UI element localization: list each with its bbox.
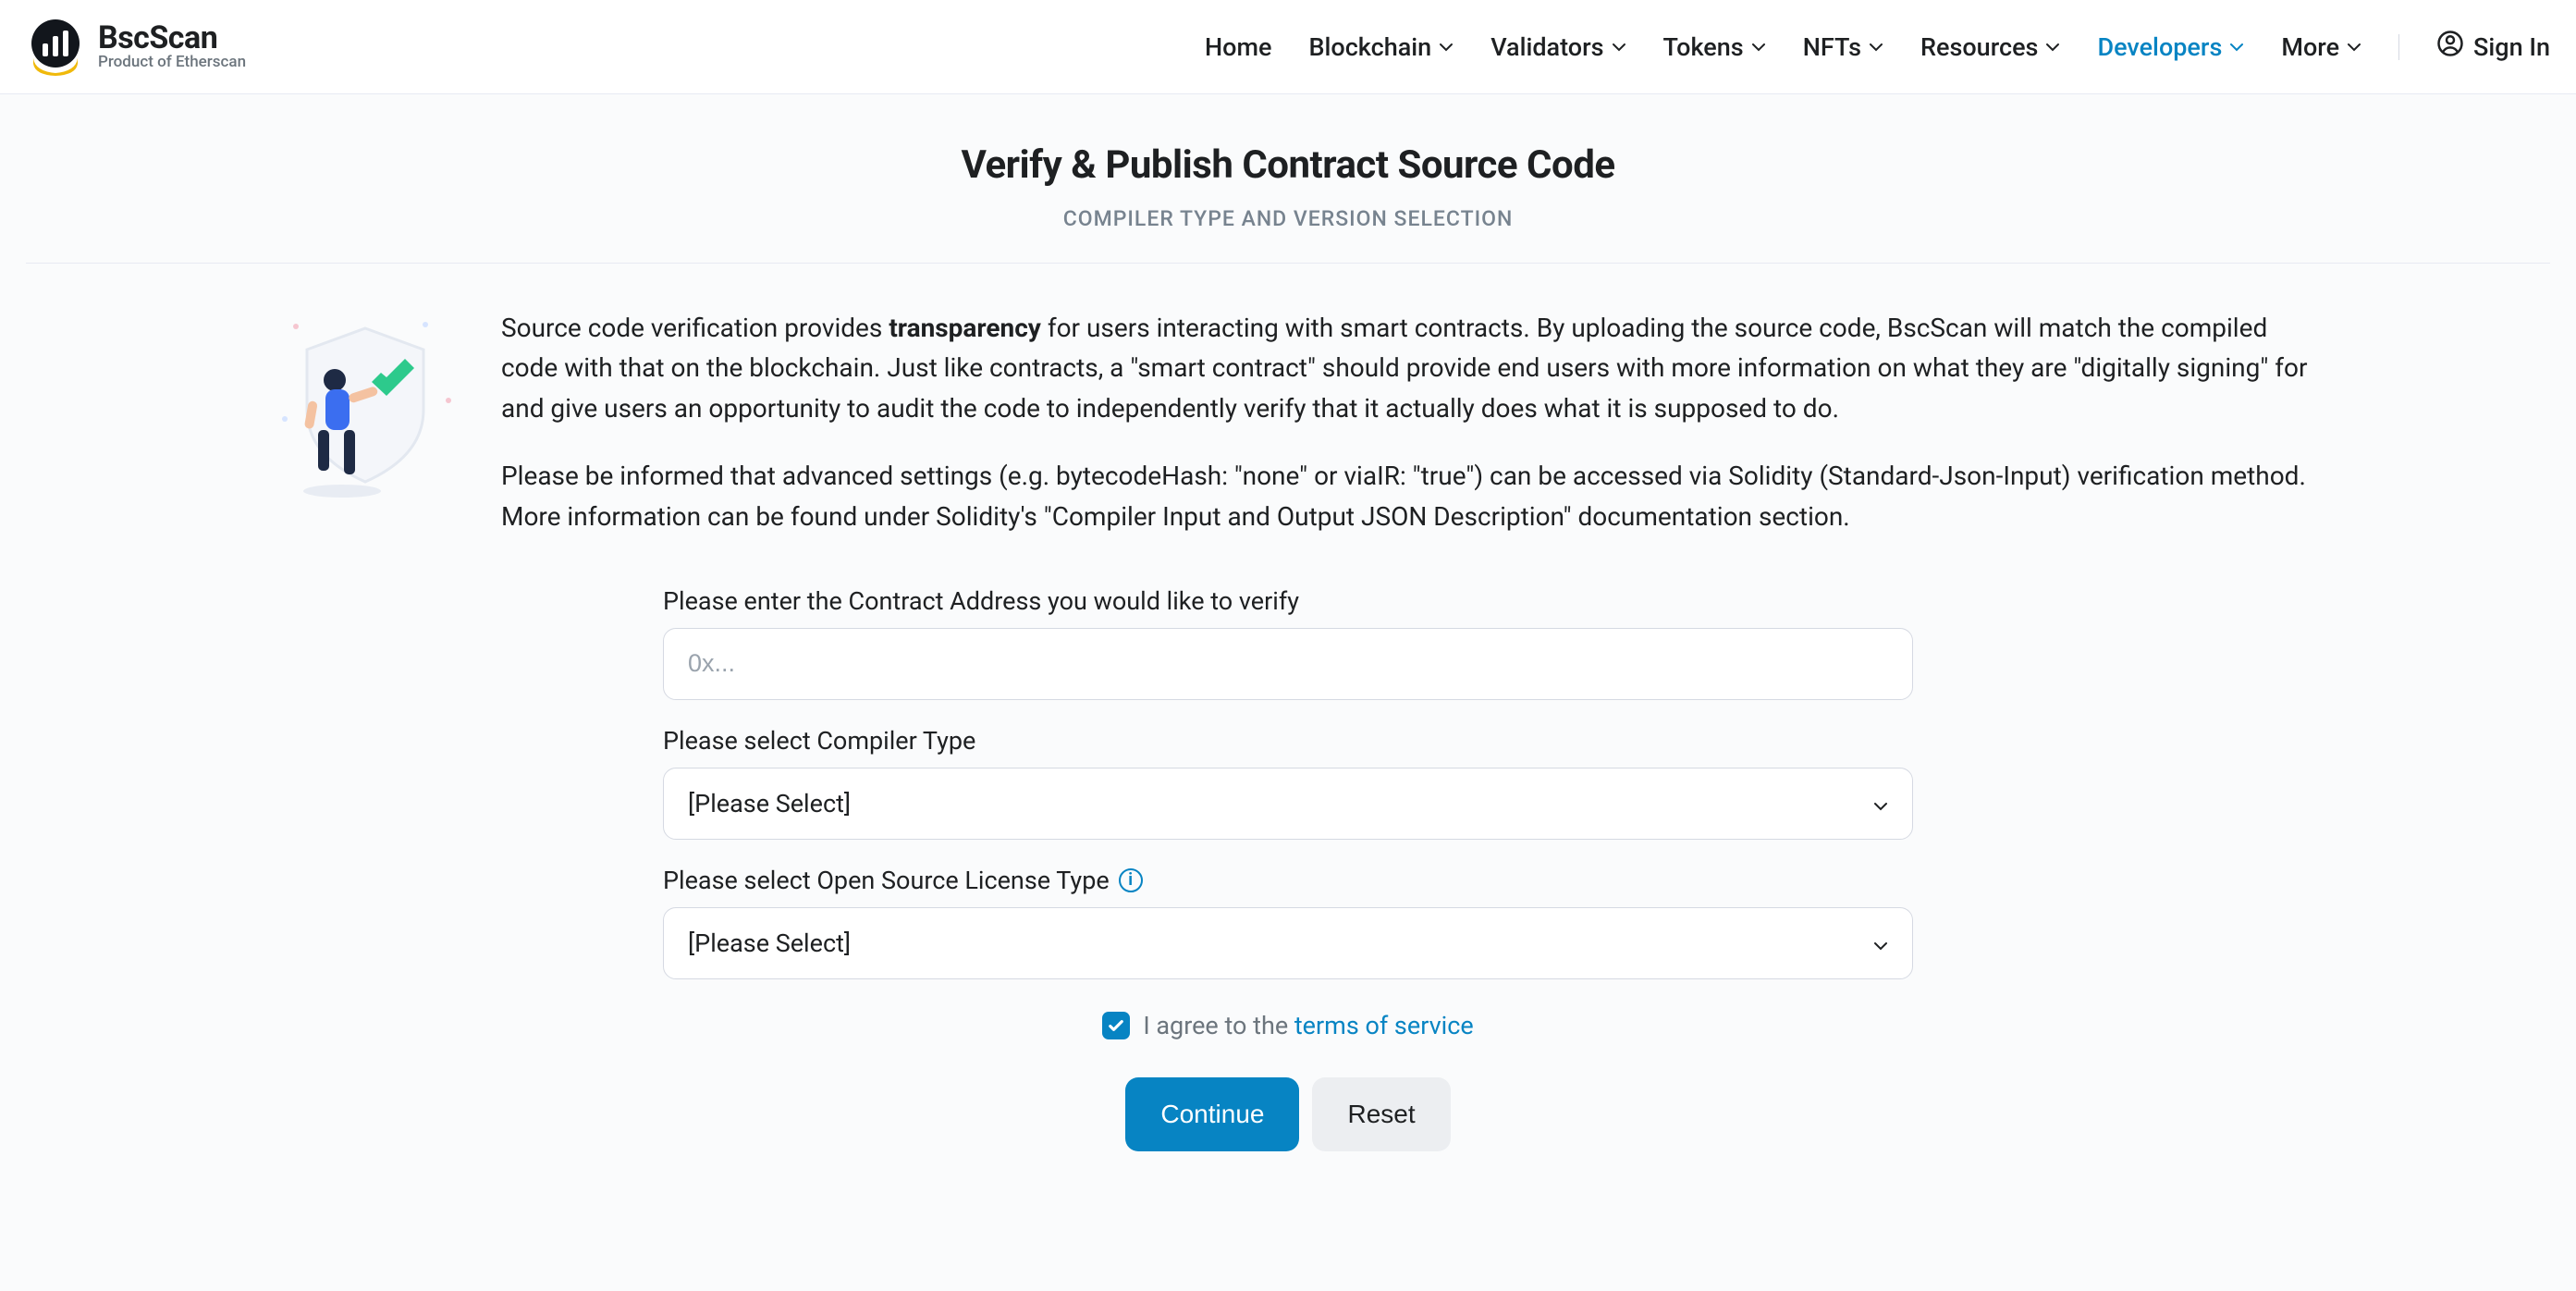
nav-validators[interactable]: Validators	[1490, 32, 1625, 62]
contract-address-input[interactable]	[663, 628, 1913, 700]
nav-developers[interactable]: Developers	[2097, 32, 2244, 62]
info-icon[interactable]: i	[1119, 868, 1143, 892]
sign-in-link[interactable]: Sign In	[2436, 30, 2550, 64]
chevron-down-icon	[1439, 40, 1454, 55]
nav-label: Home	[1205, 32, 1271, 62]
intro-paragraph-1: Source code verification provides transp…	[501, 308, 2308, 428]
nav-label: Validators	[1490, 32, 1603, 62]
logo[interactable]: BscScan Product of Etherscan	[26, 18, 246, 77]
terms-of-service-link[interactable]: terms of service	[1294, 1011, 1474, 1040]
nav-divider	[2398, 34, 2399, 60]
intro-text: Source code verification provides transp…	[501, 308, 2308, 564]
nav-more[interactable]: More	[2281, 32, 2361, 62]
compiler-type-select[interactable]: [Please Select]	[663, 768, 1913, 840]
select-value: [Please Select]	[688, 789, 851, 818]
page-title: Verify & Publish Contract Source Code	[0, 142, 2576, 188]
user-icon	[2436, 30, 2464, 64]
nav-label: Blockchain	[1308, 32, 1431, 62]
verify-illustration	[268, 308, 462, 502]
chevron-down-icon	[1612, 40, 1626, 55]
continue-button[interactable]: Continue	[1125, 1077, 1299, 1151]
chevron-down-icon	[1751, 40, 1766, 55]
nav-label: Tokens	[1663, 32, 1744, 62]
nav-tokens[interactable]: Tokens	[1663, 32, 1766, 62]
brand-tagline: Product of Etherscan	[98, 55, 246, 71]
nav-nfts[interactable]: NFTs	[1803, 32, 1883, 62]
header: BscScan Product of Etherscan Home Blockc…	[0, 0, 2576, 94]
compiler-type-label: Please select Compiler Type	[663, 726, 1913, 756]
nav-label: Developers	[2097, 32, 2222, 62]
reset-button[interactable]: Reset	[1312, 1077, 1450, 1151]
nav-label: More	[2281, 32, 2339, 62]
nav-home[interactable]: Home	[1205, 32, 1271, 62]
select-value: [Please Select]	[688, 928, 851, 958]
brand-name: BscScan	[98, 22, 246, 55]
chevron-down-icon	[1873, 936, 1888, 951]
sign-in-label: Sign In	[2473, 32, 2550, 62]
chevron-down-icon	[1869, 40, 1883, 55]
nav-label: NFTs	[1803, 32, 1861, 62]
verify-form: Please enter the Contract Address you wo…	[663, 586, 1913, 1188]
nav-blockchain[interactable]: Blockchain	[1308, 32, 1454, 62]
bscscan-logo-icon	[26, 18, 85, 77]
nav-label: Resources	[1920, 32, 2038, 62]
intro-paragraph-2: Please be informed that advanced setting…	[501, 456, 2308, 536]
chevron-down-icon	[2229, 40, 2244, 55]
chevron-down-icon	[2347, 40, 2361, 55]
agree-row: I agree to the terms of service	[663, 1011, 1913, 1040]
agree-checkbox[interactable]	[1102, 1012, 1130, 1039]
nav-resources[interactable]: Resources	[1920, 32, 2060, 62]
page-subtitle: COMPILER TYPE AND VERSION SELECTION	[0, 206, 2576, 231]
main-nav: Home Blockchain Validators Tokens NFTs R…	[1205, 30, 2550, 64]
license-type-label: Please select Open Source License Type i	[663, 866, 1913, 895]
license-type-select[interactable]: [Please Select]	[663, 907, 1913, 979]
agree-text: I agree to the	[1143, 1011, 1294, 1040]
contract-address-label: Please enter the Contract Address you wo…	[663, 586, 1913, 616]
intro-section: Source code verification provides transp…	[0, 264, 2576, 564]
chevron-down-icon	[1873, 796, 1888, 811]
chevron-down-icon	[2045, 40, 2060, 55]
